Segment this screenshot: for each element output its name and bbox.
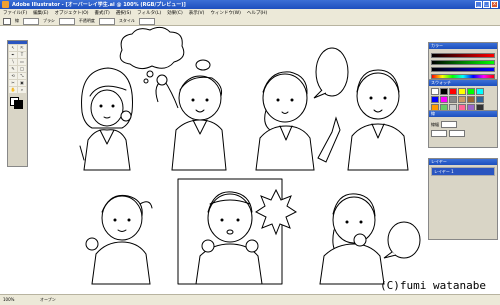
red-slider[interactable]: [431, 53, 495, 58]
stroke-weight-label: 線幅: [431, 121, 439, 127]
direct-selection-tool-icon[interactable]: ⇱: [18, 45, 26, 51]
character-6: [195, 191, 263, 285]
color-swatch[interactable]: [458, 88, 466, 95]
character-2: [155, 59, 227, 171]
character-1: [79, 67, 133, 171]
line-tool-icon[interactable]: \: [9, 59, 17, 65]
hand-tool-icon[interactable]: ✋: [9, 87, 17, 93]
shout-bubble: [255, 188, 297, 236]
color-swatch[interactable]: [449, 88, 457, 95]
stroke-panel: 線 線幅: [428, 110, 498, 148]
color-panel: カラー: [428, 42, 498, 80]
rotate-tool-icon[interactable]: ⟲: [9, 73, 17, 79]
scale-tool-icon[interactable]: ⤡: [18, 73, 26, 79]
tool-grid: ↖ ⇱ ✒ T \ ▭ ✎ ◯ ⟲ ⤡ ✂ ▣ ✋ ⌕: [8, 44, 27, 94]
character-7: [319, 193, 385, 285]
stroke-weight-field[interactable]: [441, 121, 457, 128]
green-slider[interactable]: [431, 60, 495, 65]
type-tool-icon[interactable]: T: [18, 52, 26, 58]
color-swatch[interactable]: [431, 96, 439, 103]
layers-panel: レイヤー レイヤー 1: [428, 158, 498, 240]
thought-bubble-1: [119, 26, 185, 84]
stroke-indicator[interactable]: [14, 100, 23, 109]
blue-slider[interactable]: [431, 67, 495, 72]
character-5: [85, 194, 153, 285]
color-swatch[interactable]: [431, 88, 439, 95]
zoom-tool-icon[interactable]: ⌕: [18, 87, 26, 93]
status-bar: 100% オープン: [0, 294, 500, 305]
color-swatch[interactable]: [467, 88, 475, 95]
color-swatch[interactable]: [449, 96, 457, 103]
layer-row[interactable]: レイヤー 1: [431, 167, 495, 176]
tools-panel: ↖ ⇱ ✒ T \ ▭ ✎ ◯ ⟲ ⤡ ✂ ▣ ✋ ⌕: [7, 40, 28, 167]
swatches-panel: スウォッチ: [428, 79, 498, 111]
rectangle-tool-icon[interactable]: ▭: [18, 59, 26, 65]
scissors-tool-icon[interactable]: ✂: [9, 80, 17, 86]
status-text: オープン: [40, 297, 56, 302]
speech-bubble-2: [383, 221, 421, 259]
pencil-tool-icon[interactable]: ✎: [9, 66, 17, 72]
swatch-grid: [431, 88, 495, 111]
color-swatch[interactable]: [440, 96, 448, 103]
gradient-tool-icon[interactable]: ▣: [18, 80, 26, 86]
character-4: [347, 69, 409, 171]
ellipse-tool-icon[interactable]: ◯: [18, 66, 26, 72]
color-swatch[interactable]: [440, 88, 448, 95]
fill-stroke-indicator[interactable]: [10, 97, 23, 109]
color-swatch[interactable]: [458, 96, 466, 103]
selection-tool-icon[interactable]: ↖: [9, 45, 17, 51]
stroke-join-options[interactable]: [449, 130, 465, 137]
color-swatch[interactable]: [476, 88, 484, 95]
zoom-level[interactable]: 100%: [3, 297, 14, 302]
pen-tool-icon[interactable]: ✒: [9, 52, 17, 58]
copyright-credit: (C)fumi watanabe: [380, 279, 486, 292]
stroke-cap-options[interactable]: [431, 130, 447, 137]
artwork: [79, 26, 421, 285]
color-swatch[interactable]: [467, 96, 475, 103]
color-swatch[interactable]: [476, 96, 484, 103]
speech-bubble-1: [313, 47, 349, 99]
